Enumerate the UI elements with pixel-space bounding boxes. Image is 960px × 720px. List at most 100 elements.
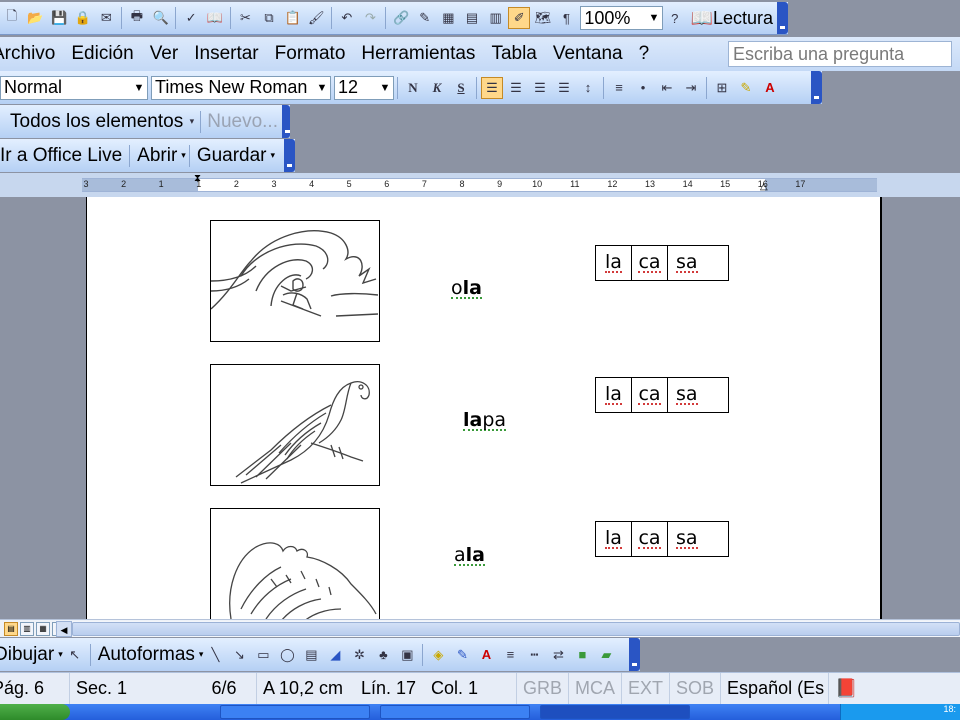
align-center-icon[interactable]: ☰ <box>505 77 527 99</box>
status-overtype[interactable]: SOB <box>670 673 722 704</box>
menu-archivo[interactable]: Archivo <box>0 43 63 65</box>
line-spacing-icon[interactable]: ↕ <box>577 77 599 99</box>
underline-button[interactable]: S <box>450 77 472 99</box>
insert-table-icon[interactable]: ▦ <box>438 7 460 29</box>
rectangle-icon[interactable]: ▭ <box>252 644 274 666</box>
oval-icon[interactable]: ◯ <box>276 644 298 666</box>
syllable-cell[interactable]: la <box>596 522 632 556</box>
font-combo[interactable]: Times New Roman ▼ <box>151 75 331 100</box>
status-extend[interactable]: EXT <box>622 673 671 704</box>
reading-layout-button[interactable]: 📖Lectura <box>687 8 777 29</box>
new-item-button[interactable]: Nuevo... <box>203 111 282 133</box>
toolbar-options-icon[interactable] <box>777 2 788 34</box>
open-live-button[interactable]: Abrir <box>133 145 181 167</box>
spelling-icon[interactable]: ✓ <box>180 7 202 29</box>
syllable-table[interactable]: la ca sa <box>595 377 729 413</box>
spelling-status-icon[interactable]: 📕 <box>829 673 863 704</box>
horizontal-ruler[interactable]: 3 2 1 1 2 3 4 5 6 7 8 9 10 11 12 13 14 15 16 17 ⧗ △ <box>82 173 877 192</box>
chevron-down-icon[interactable]: ▼ <box>314 76 330 99</box>
status-language[interactable]: Español (Es <box>721 673 830 704</box>
format-painter-icon[interactable]: 🖌 <box>305 7 327 29</box>
increase-indent-icon[interactable]: ⇥ <box>680 77 702 99</box>
toolbar-options-icon[interactable] <box>284 139 295 172</box>
chevron-down-icon[interactable]: ▼ <box>377 76 393 99</box>
taskbar-button[interactable] <box>220 705 370 719</box>
right-indent-marker-icon[interactable]: △ <box>760 181 768 192</box>
hyperlink-icon[interactable]: 🔗 <box>390 7 412 29</box>
syllable-cell[interactable]: ca <box>632 246 668 280</box>
menu-formato[interactable]: Formato <box>267 43 354 65</box>
syllable-table[interactable]: la ca sa <box>595 521 729 557</box>
numbering-icon[interactable]: ≡ <box>608 77 630 99</box>
chevron-down-icon[interactable]: ▼ <box>645 7 662 29</box>
save-live-button[interactable]: Guardar <box>193 145 271 167</box>
insert-picture-icon[interactable]: ▣ <box>396 644 418 666</box>
chevron-down-icon[interactable]: ▾ <box>58 649 63 660</box>
arrow-style-icon[interactable]: ⇄ <box>547 644 569 666</box>
menu-edicion[interactable]: Edición <box>63 43 141 65</box>
word-ola[interactable]: ola <box>451 279 482 299</box>
email-icon[interactable]: ✉ <box>96 7 118 29</box>
new-document-icon[interactable]: 🗋 <box>1 7 23 29</box>
autoshapes-button[interactable]: Autoformas <box>94 644 199 666</box>
dash-style-icon[interactable]: ┅ <box>523 644 545 666</box>
fill-color-icon[interactable]: ◈ <box>427 644 449 666</box>
highlight-icon[interactable]: ✎ <box>735 77 757 99</box>
taskbar-button[interactable] <box>380 705 530 719</box>
draw-menu-button[interactable]: Dibujar <box>0 644 58 666</box>
status-record[interactable]: GRB <box>517 673 570 704</box>
print-view-icon[interactable]: ▦ <box>36 621 50 636</box>
chevron-down-icon[interactable]: ▾ <box>199 649 204 660</box>
web-view-icon[interactable]: ▥ <box>20 621 34 636</box>
show-hide-icon[interactable]: ¶ <box>556 7 578 29</box>
shadow-icon[interactable]: ■ <box>571 644 593 666</box>
parrot-picture[interactable] <box>210 364 380 486</box>
wordart-icon[interactable]: ◢ <box>324 644 346 666</box>
indent-marker-icon[interactable]: ⧗ <box>194 173 201 184</box>
syllable-cell[interactable]: la <box>596 378 632 412</box>
decrease-indent-icon[interactable]: ⇤ <box>656 77 678 99</box>
clipart-icon[interactable]: ♣ <box>372 644 394 666</box>
cut-icon[interactable]: ✂ <box>235 7 257 29</box>
3d-icon[interactable]: ▰ <box>595 644 617 666</box>
chevron-down-icon[interactable]: ▾ <box>188 111 195 133</box>
save-icon[interactable]: 💾 <box>48 7 70 29</box>
start-button[interactable] <box>0 704 70 720</box>
syllable-cell[interactable]: ca <box>632 378 668 412</box>
arrow-icon[interactable]: ↘ <box>228 644 250 666</box>
print-icon[interactable]: 🖶 <box>126 7 148 29</box>
wave-picture[interactable] <box>210 220 380 342</box>
menu-help[interactable]: ? <box>631 43 658 65</box>
font-color-icon[interactable]: A <box>759 77 781 99</box>
undo-icon[interactable]: ↶ <box>336 7 358 29</box>
permission-icon[interactable]: 🔒 <box>72 7 94 29</box>
chevron-down-icon[interactable]: ▾ <box>271 150 276 161</box>
align-right-icon[interactable]: ☰ <box>529 77 551 99</box>
syllable-cell[interactable]: sa <box>668 522 728 556</box>
syllable-cell[interactable]: ca <box>632 522 668 556</box>
justify-icon[interactable]: ☰ <box>553 77 575 99</box>
taskbar-button-active[interactable] <box>540 705 690 719</box>
chevron-down-icon[interactable]: ▼ <box>131 76 147 99</box>
italic-button[interactable]: K <box>426 77 448 99</box>
open-icon[interactable]: 📂 <box>25 7 47 29</box>
align-left-icon[interactable]: ☰ <box>481 76 503 99</box>
ask-question-input[interactable]: Escriba una pregunta <box>728 41 952 67</box>
select-objects-icon[interactable]: ↖ <box>64 644 86 666</box>
chevron-down-icon[interactable]: ▾ <box>181 150 186 161</box>
menu-tabla[interactable]: Tabla <box>483 43 544 65</box>
toolbar-options-icon[interactable] <box>629 638 640 671</box>
status-track-changes[interactable]: MCA <box>569 673 623 704</box>
word-ala[interactable]: ala <box>454 546 485 566</box>
research-icon[interactable]: 📖 <box>204 7 226 29</box>
textbox-icon[interactable]: ▤ <box>300 644 322 666</box>
toolbar-options-icon[interactable] <box>282 105 290 138</box>
size-combo[interactable]: 12 ▼ <box>334 75 394 100</box>
line-color-icon[interactable]: ✎ <box>451 644 473 666</box>
style-combo[interactable]: Normal ▼ <box>0 75 148 100</box>
insert-excel-icon[interactable]: ▤ <box>461 7 483 29</box>
scroll-left-arrow-icon[interactable]: ◀ <box>56 621 72 637</box>
drawing-icon[interactable]: ✐ <box>508 7 531 29</box>
syllable-cell[interactable]: la <box>596 246 632 280</box>
go-office-live-button[interactable]: Ir a Office Live <box>0 145 126 167</box>
